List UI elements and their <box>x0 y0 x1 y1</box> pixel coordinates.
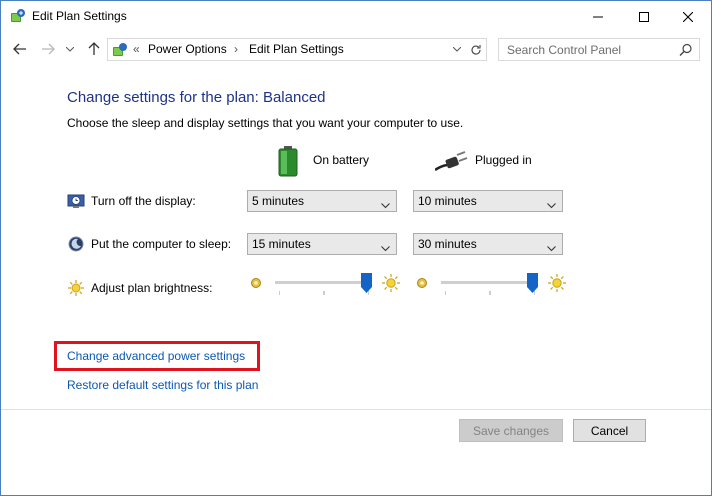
power-options-icon <box>10 8 26 24</box>
recent-locations-chevron-icon[interactable] <box>64 40 76 58</box>
slider-thumb[interactable] <box>527 273 538 293</box>
chevron-down-icon <box>547 241 556 255</box>
sleep-on-battery-select[interactable]: 15 minutes <box>247 233 397 255</box>
display-plugged-in-select[interactable]: 10 minutes <box>413 190 563 212</box>
control-panel-icon <box>112 42 128 58</box>
slider-thumb[interactable] <box>361 273 372 293</box>
navigation-bar: « Power Options › Edit Plan Settings <box>1 32 711 66</box>
slider-ticks <box>279 291 369 295</box>
plugged-in-label: Plugged in <box>475 153 532 167</box>
slider-track[interactable] <box>275 281 369 284</box>
chevron-down-icon <box>547 198 556 212</box>
refresh-icon[interactable] <box>465 38 487 61</box>
close-button[interactable] <box>665 1 711 32</box>
search-box[interactable] <box>498 38 700 61</box>
save-changes-button[interactable]: Save changes <box>459 419 563 442</box>
forward-arrow-icon[interactable] <box>39 40 57 58</box>
address-bar[interactable]: « Power Options › Edit Plan Settings <box>107 38 487 61</box>
display-clock-icon <box>67 192 85 210</box>
slider-ticks <box>445 291 535 295</box>
bright-sun-icon <box>381 273 401 293</box>
sun-icon <box>67 279 85 297</box>
breadcrumb-power-options[interactable]: Power Options <box>148 42 227 56</box>
back-arrow-icon[interactable] <box>11 40 29 58</box>
address-dropdown-chevron-icon[interactable] <box>447 39 467 60</box>
display-timeout-label: Turn off the display: <box>91 194 196 208</box>
footer-divider <box>1 409 711 410</box>
change-advanced-power-settings-link[interactable]: Change advanced power settings <box>67 349 245 363</box>
search-icon[interactable] <box>679 43 693 57</box>
window-title: Edit Plan Settings <box>32 9 127 23</box>
brightness-plugged-in-slider[interactable] <box>415 271 567 299</box>
maximize-button[interactable] <box>621 1 667 32</box>
dim-sun-icon <box>415 276 429 290</box>
breadcrumb-edit-plan-settings[interactable]: Edit Plan Settings <box>249 42 344 56</box>
bright-sun-icon <box>547 273 567 293</box>
sleep-timeout-label: Put the computer to sleep: <box>91 237 232 251</box>
display-on-battery-select[interactable]: 5 minutes <box>247 190 397 212</box>
on-battery-label: On battery <box>313 153 370 167</box>
title-bar[interactable]: Edit Plan Settings <box>1 1 711 32</box>
page-description: Choose the sleep and display settings th… <box>67 116 464 130</box>
slider-track[interactable] <box>441 281 535 284</box>
power-plug-icon <box>434 151 469 173</box>
up-arrow-icon[interactable] <box>85 40 103 58</box>
battery-icon <box>277 145 299 177</box>
cancel-button[interactable]: Cancel <box>573 419 646 442</box>
brightness-label: Adjust plan brightness: <box>91 281 213 295</box>
dim-sun-icon <box>249 276 263 290</box>
breadcrumb-separator[interactable]: › <box>234 42 238 56</box>
breadcrumb-overflow[interactable]: « <box>133 42 140 56</box>
sleep-moon-icon <box>67 235 85 253</box>
chevron-down-icon <box>381 198 390 212</box>
brightness-on-battery-slider[interactable] <box>249 271 401 299</box>
page-title: Change settings for the plan: Balanced <box>67 89 326 106</box>
chevron-down-icon <box>381 241 390 255</box>
minimize-button[interactable] <box>575 1 621 32</box>
search-input[interactable] <box>499 39 675 60</box>
edit-plan-settings-window: Edit Plan Settings « Power Options › Edi… <box>0 0 712 496</box>
sleep-plugged-in-select[interactable]: 30 minutes <box>413 233 563 255</box>
restore-default-settings-link[interactable]: Restore default settings for this plan <box>67 378 258 392</box>
